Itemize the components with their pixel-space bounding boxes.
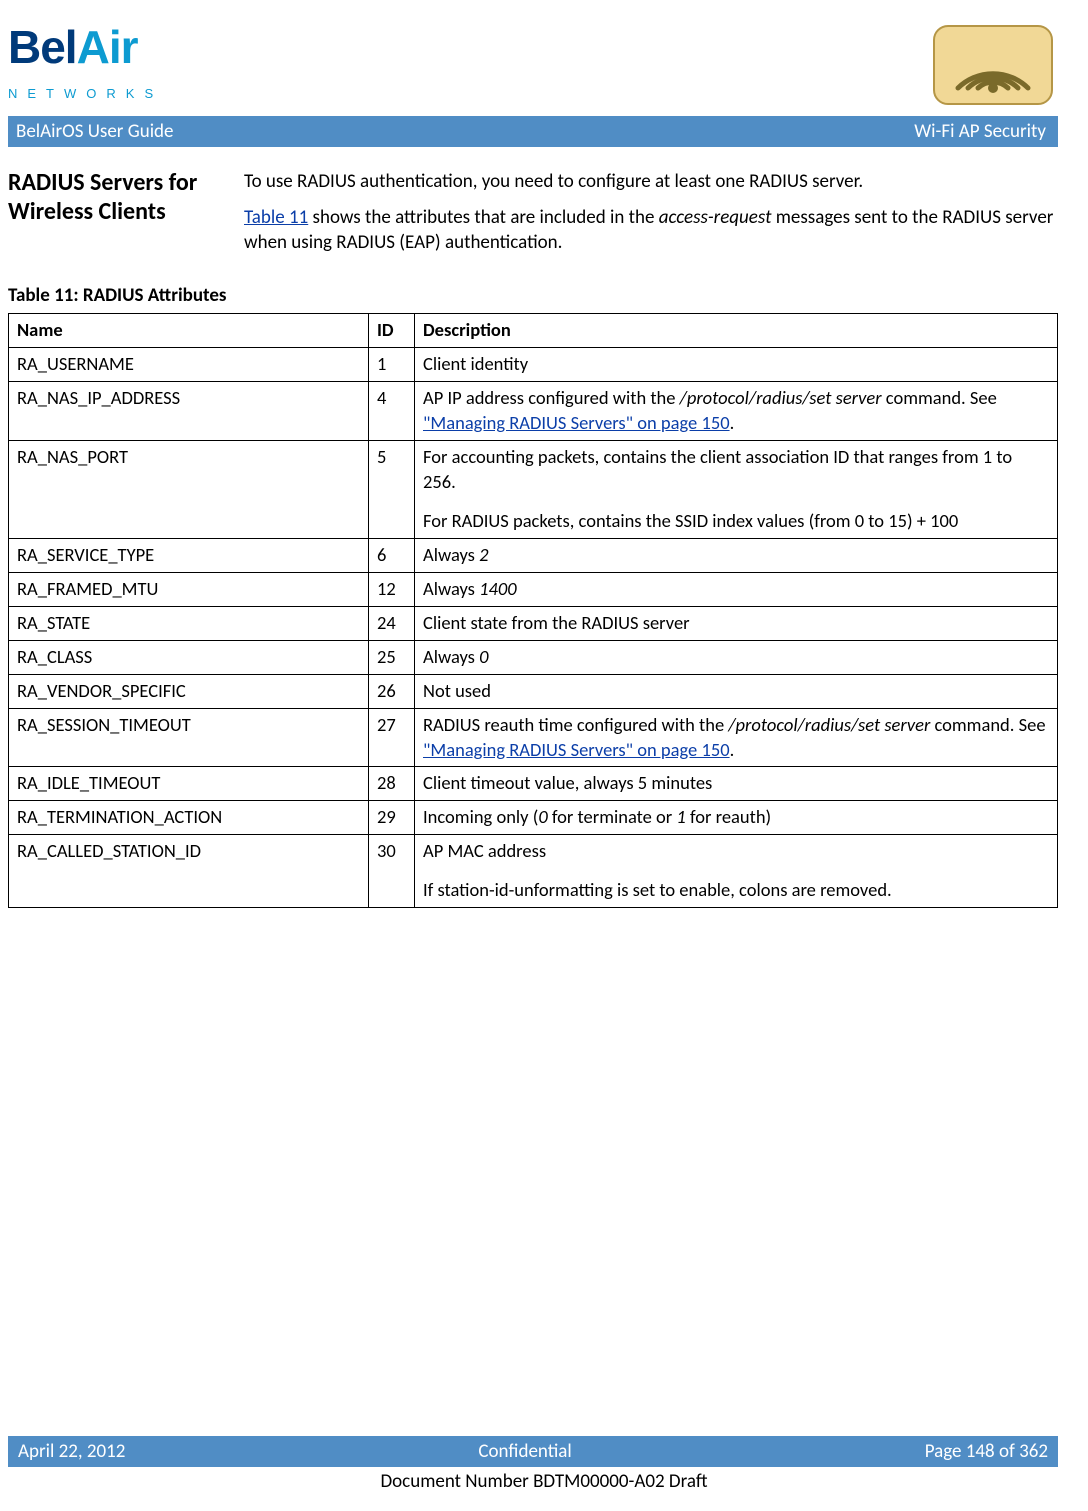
cell-name: RA_SERVICE_TYPE: [9, 538, 369, 572]
table-row: RA_CALLED_STATION_ID30AP MAC addressIf s…: [9, 835, 1058, 908]
cell-id: 24: [369, 606, 415, 640]
table-header-row: Name ID Description: [9, 313, 1058, 347]
cell-id: 28: [369, 767, 415, 801]
radius-attributes-table: Name ID Description RA_USERNAME1Client i…: [8, 313, 1058, 908]
document-number: Document Number BDTM00000-A02 Draft: [0, 1470, 1088, 1493]
section-body: To use RADIUS authentication, you need t…: [244, 169, 1058, 266]
cell-id: 12: [369, 572, 415, 606]
cell-description: AP MAC addressIf station-id-unformatting…: [415, 835, 1058, 908]
cell-id: 5: [369, 440, 415, 538]
cell-name: RA_USERNAME: [9, 347, 369, 381]
table-row: RA_NAS_PORT5For accounting packets, cont…: [9, 440, 1058, 538]
cell-name: RA_CALLED_STATION_ID: [9, 835, 369, 908]
cell-description: Always 2: [415, 538, 1058, 572]
footer-date: April 22, 2012: [18, 1440, 125, 1463]
footer-confidential: Confidential: [478, 1440, 571, 1463]
page-header: BelAir NETWORKS: [8, 20, 1058, 116]
cell-name: RA_VENDOR_SPECIFIC: [9, 674, 369, 708]
cell-id: 27: [369, 708, 415, 767]
table-row: RA_CLASS25Always 0: [9, 640, 1058, 674]
cell-description: For accounting packets, contains the cli…: [415, 440, 1058, 538]
cell-id: 6: [369, 538, 415, 572]
table-row: RA_STATE24Client state from the RADIUS s…: [9, 606, 1058, 640]
cell-description: AP IP address configured with the /proto…: [415, 381, 1058, 440]
cell-id: 25: [369, 640, 415, 674]
cell-description: Always 1400: [415, 572, 1058, 606]
cell-description: Always 0: [415, 640, 1058, 674]
belair-logo: BelAir NETWORKS: [8, 20, 208, 101]
title-bar: BelAirOS User Guide Wi-Fi AP Security: [8, 116, 1058, 147]
cell-description: Incoming only (0 for terminate or 1 for …: [415, 801, 1058, 835]
table-row: RA_SERVICE_TYPE6Always 2: [9, 538, 1058, 572]
cell-name: RA_IDLE_TIMEOUT: [9, 767, 369, 801]
section-heading: RADIUS Servers for Wireless Clients: [8, 169, 218, 266]
table-row: RA_USERNAME1Client identity: [9, 347, 1058, 381]
cross-reference-link[interactable]: "Managing RADIUS Servers" on page 150: [423, 738, 730, 761]
cell-id: 29: [369, 801, 415, 835]
cell-description: RADIUS reauth time configured with the /…: [415, 708, 1058, 767]
cell-name: RA_NAS_IP_ADDRESS: [9, 381, 369, 440]
col-header-id: ID: [369, 313, 415, 347]
cell-name: RA_TERMINATION_ACTION: [9, 801, 369, 835]
page-topic: Wi-Fi AP Security: [914, 120, 1046, 143]
table-row: RA_SESSION_TIMEOUT27RADIUS reauth time c…: [9, 708, 1058, 767]
cell-name: RA_FRAMED_MTU: [9, 572, 369, 606]
footer-page: Page 148 of 362: [925, 1440, 1048, 1463]
paragraph-2: Table 11 shows the attributes that are i…: [244, 205, 1058, 256]
table-11-link[interactable]: Table 11: [244, 206, 308, 229]
cell-id: 4: [369, 381, 415, 440]
cross-reference-link[interactable]: "Managing RADIUS Servers" on page 150: [423, 411, 730, 434]
cell-name: RA_SESSION_TIMEOUT: [9, 708, 369, 767]
col-header-name: Name: [9, 313, 369, 347]
cell-id: 1: [369, 347, 415, 381]
paragraph-1: To use RADIUS authentication, you need t…: [244, 169, 1058, 195]
table-caption: Table 11: RADIUS Attributes: [8, 284, 1058, 307]
cell-description: Client identity: [415, 347, 1058, 381]
cell-description: Not used: [415, 674, 1058, 708]
cell-name: RA_CLASS: [9, 640, 369, 674]
table-row: RA_NAS_IP_ADDRESS4AP IP address configur…: [9, 381, 1058, 440]
table-row: RA_TERMINATION_ACTION29Incoming only (0 …: [9, 801, 1058, 835]
cell-description: Client timeout value, always 5 minutes: [415, 767, 1058, 801]
cell-id: 30: [369, 835, 415, 908]
wifi-brand-icon: [928, 20, 1058, 110]
guide-title: BelAirOS User Guide: [16, 120, 174, 143]
cell-name: RA_STATE: [9, 606, 369, 640]
table-row: RA_IDLE_TIMEOUT28Client timeout value, a…: [9, 767, 1058, 801]
cell-id: 26: [369, 674, 415, 708]
table-row: RA_VENDOR_SPECIFIC26Not used: [9, 674, 1058, 708]
table-row: RA_FRAMED_MTU12Always 1400: [9, 572, 1058, 606]
footer-bar: April 22, 2012 Confidential Page 148 of …: [8, 1436, 1058, 1467]
col-header-desc: Description: [415, 313, 1058, 347]
cell-description: Client state from the RADIUS server: [415, 606, 1058, 640]
cell-name: RA_NAS_PORT: [9, 440, 369, 538]
